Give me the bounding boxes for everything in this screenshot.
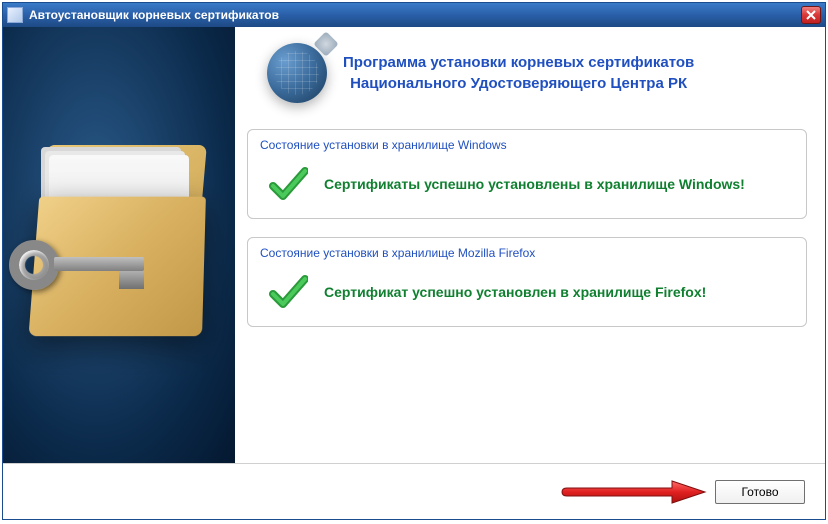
arrow-annotation-icon — [557, 477, 707, 507]
app-icon — [7, 7, 23, 23]
header-block: Программа установки корневых сертификато… — [247, 39, 807, 111]
checkmark-icon — [268, 164, 308, 204]
status-firefox-title: Состояние установки в хранилище Mozilla … — [260, 246, 794, 260]
body-area: Программа установки корневых сертификато… — [3, 27, 825, 519]
header-line-2: Национального Удостоверяющего Центра РК — [343, 73, 694, 94]
content-row: Программа установки корневых сертификато… — [3, 27, 825, 463]
status-windows-content: Сертификаты успешно установлены в хранил… — [260, 164, 794, 204]
status-windows-title: Состояние установки в хранилище Windows — [260, 138, 794, 152]
status-windows-message: Сертификаты успешно установлены в хранил… — [324, 175, 745, 193]
folder-key-illustration — [29, 135, 209, 355]
close-button[interactable] — [801, 6, 821, 24]
footer-bar: Готово — [3, 463, 825, 519]
header-text: Программа установки корневых сертификато… — [343, 52, 694, 94]
done-button[interactable]: Готово — [715, 480, 805, 504]
status-firefox-message: Сертификат успешно установлен в хранилищ… — [324, 283, 706, 301]
status-box-windows: Состояние установки в хранилище Windows … — [247, 129, 807, 219]
left-illustration-panel — [3, 27, 235, 463]
window-title: Автоустановщик корневых сертификатов — [29, 8, 801, 22]
status-box-firefox: Состояние установки в хранилище Mozilla … — [247, 237, 807, 327]
status-firefox-content: Сертификат успешно установлен в хранилищ… — [260, 272, 794, 312]
right-content-panel: Программа установки корневых сертификато… — [235, 27, 825, 463]
titlebar: Автоустановщик корневых сертификатов — [3, 3, 825, 27]
checkmark-icon — [268, 272, 308, 312]
globe-satellite-icon — [267, 43, 327, 103]
installer-window: Автоустановщик корневых сертификатов — [2, 2, 826, 520]
header-line-1: Программа установки корневых сертификато… — [343, 52, 694, 73]
close-icon — [806, 10, 816, 20]
